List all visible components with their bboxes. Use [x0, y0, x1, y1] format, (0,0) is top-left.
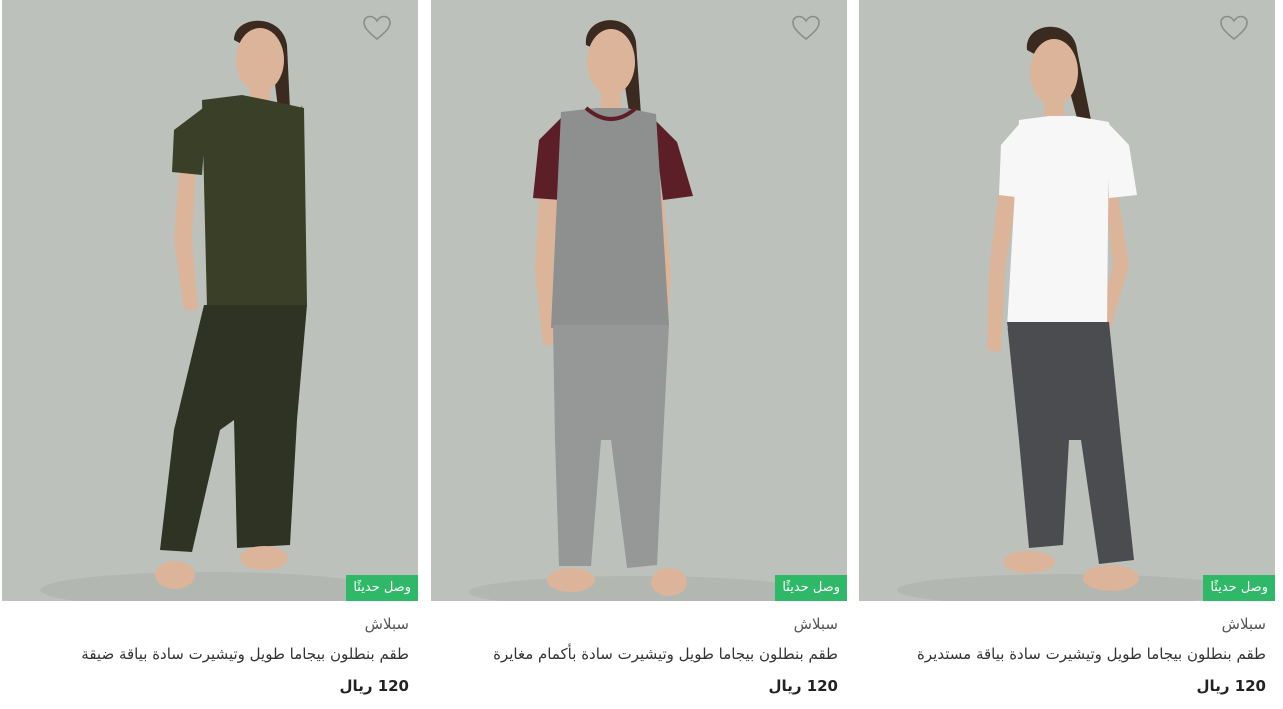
model-photo — [859, 0, 1275, 601]
heart-outline-icon[interactable] — [1219, 14, 1249, 42]
model-photo — [431, 0, 847, 601]
product-title[interactable]: طقم بنطلون بيجاما طويل وتيشيرت سادة بأكم… — [431, 645, 838, 663]
product-price: 120 ريال — [339, 677, 409, 695]
product-image[interactable]: وصل حديثًا — [431, 0, 847, 601]
heart-outline-icon[interactable] — [362, 14, 392, 42]
new-arrival-badge: وصل حديثًا — [775, 575, 847, 601]
new-arrival-badge: وصل حديثًا — [1203, 575, 1275, 601]
product-info: سبلاش طقم بنطلون بيجاما طويل وتيشيرت ساد… — [859, 615, 1275, 695]
product-info: سبلاش طقم بنطلون بيجاما طويل وتيشيرت ساد… — [2, 615, 418, 695]
product-brand[interactable]: سبلاش — [859, 615, 1266, 633]
product-image[interactable]: وصل حديثًا — [859, 0, 1275, 601]
product-brand[interactable]: سبلاش — [2, 615, 409, 633]
model-photo — [2, 0, 418, 601]
product-title[interactable]: طقم بنطلون بيجاما طويل وتيشيرت سادة بياق… — [2, 645, 409, 663]
product-title[interactable]: طقم بنطلون بيجاما طويل وتيشيرت سادة بياق… — [859, 645, 1266, 663]
product-image[interactable]: وصل حديثًا — [2, 0, 418, 601]
product-grid: وصل حديثًا سبلاش طقم بنطلون بيجاما طويل … — [0, 0, 1283, 709]
heart-outline-icon[interactable] — [791, 14, 821, 42]
product-brand[interactable]: سبلاش — [431, 615, 838, 633]
product-price: 120 ريال — [1196, 677, 1266, 695]
product-price: 120 ريال — [768, 677, 838, 695]
new-arrival-badge: وصل حديثًا — [346, 575, 418, 601]
product-card[interactable]: وصل حديثًا سبلاش طقم بنطلون بيجاما طويل … — [431, 0, 847, 709]
product-card[interactable]: وصل حديثًا سبلاش طقم بنطلون بيجاما طويل … — [859, 0, 1275, 709]
product-info: سبلاش طقم بنطلون بيجاما طويل وتيشيرت ساد… — [431, 615, 847, 695]
product-card[interactable]: وصل حديثًا سبلاش طقم بنطلون بيجاما طويل … — [2, 0, 418, 709]
